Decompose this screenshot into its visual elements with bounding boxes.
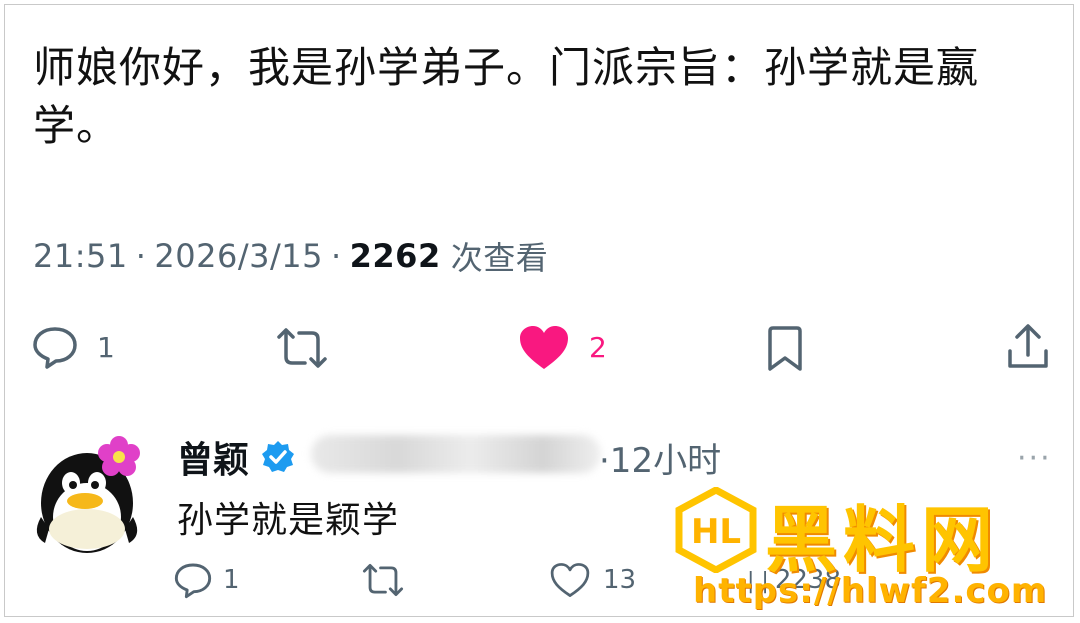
blurred-handle [311, 435, 601, 473]
reply-like-button[interactable]: 13 [549, 561, 636, 599]
verified-badge-icon [262, 441, 295, 472]
like-button[interactable]: 2 [517, 323, 607, 371]
heart-icon [550, 563, 590, 597]
reply-retweet-button[interactable] [361, 563, 405, 597]
watermark: HL 黑料网 https://hlwf2.com [673, 481, 1073, 621]
share-icon [1008, 324, 1048, 368]
meta-separator: · [135, 237, 147, 275]
tweet-text-line-2: 学。 [33, 101, 120, 150]
avatar[interactable] [27, 425, 147, 555]
reply-icon [33, 327, 77, 369]
bookmark-button[interactable] [765, 325, 805, 373]
bookmark-icon [768, 326, 802, 371]
reply-time[interactable]: ·12小时 [599, 433, 721, 482]
reply-author-name[interactable]: 曾颖 [177, 431, 249, 483]
watermark-logo-icon: HL [675, 487, 757, 573]
heart-icon [520, 326, 568, 369]
reply-button[interactable]: 1 [31, 325, 115, 369]
reply-author[interactable]: 曾颖 [177, 431, 295, 483]
tweet-time[interactable]: 21:51 [33, 237, 128, 275]
view-count: 2262 [349, 237, 441, 275]
reply-text: 孙学就是颖学 [177, 500, 400, 541]
reply-count: 1 [97, 330, 115, 364]
reply-icon [174, 563, 212, 599]
tweet-text-line-1: 师娘你好，我是孙学弟子。门派宗旨：孙学就是嬴 [33, 43, 980, 92]
penguin-avatar-icon [36, 436, 140, 553]
tweet-text: 师娘你好，我是孙学弟子。门派宗旨：孙学就是嬴 学。 [33, 39, 1053, 155]
tweet-date[interactable]: 2026/3/15 [154, 237, 323, 275]
tweet-card: 师娘你好，我是孙学弟子。门派宗旨：孙学就是嬴 学。 21:51 · 2026/3… [4, 4, 1074, 617]
reply-reply-count: 1 [223, 565, 240, 595]
view-label: 次查看 [450, 239, 549, 277]
share-button[interactable] [1005, 323, 1051, 371]
reply-reply-button[interactable]: 1 [173, 561, 240, 599]
watermark-logo-text: HL [691, 512, 741, 552]
like-count: 2 [589, 330, 607, 364]
retweet-icon [362, 564, 404, 596]
meta-separator: · [330, 237, 342, 275]
watermark-url: https://hlwf2.com [693, 571, 1048, 611]
more-options-icon[interactable]: ··· [1017, 441, 1052, 476]
tweet-meta: 21:51 · 2026/3/15 · 2262 次查看 [33, 233, 548, 279]
reply-like-count: 13 [603, 565, 637, 595]
retweet-icon [277, 328, 327, 368]
retweet-button[interactable] [275, 327, 329, 369]
